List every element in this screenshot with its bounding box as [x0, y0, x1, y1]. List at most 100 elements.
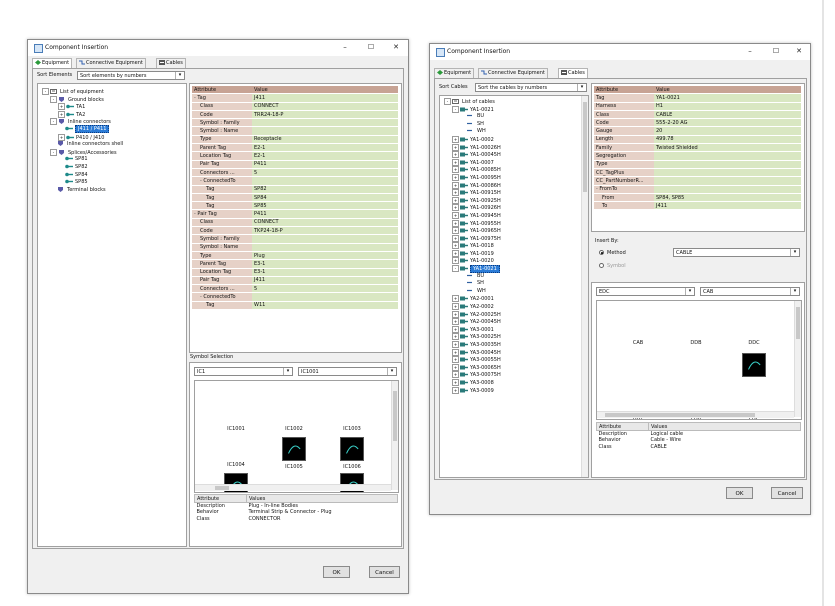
- attribute-value[interactable]: [252, 176, 398, 186]
- tree-item[interactable]: + YA1-00965H: [444, 227, 501, 235]
- expand-icon[interactable]: +: [58, 110, 65, 118]
- attribute-row[interactable]: - Pair Tag P411: [192, 209, 398, 219]
- attribute-row[interactable]: Family Twisted Shielded: [594, 143, 801, 153]
- minimize-button[interactable]: –: [743, 46, 757, 57]
- attribute-row[interactable]: Class CONNECT: [192, 218, 398, 228]
- attribute-value[interactable]: 555-2-20 AG: [654, 118, 801, 128]
- attribute-row[interactable]: - ConnectedTo: [192, 176, 398, 186]
- tree-item[interactable]: + YA3-0009: [444, 386, 501, 395]
- scroll-thumb[interactable]: [605, 413, 755, 417]
- expand-icon[interactable]: +: [452, 234, 459, 242]
- tree-item[interactable]: + YA1-00045H: [444, 151, 501, 159]
- symbol-thumbnail[interactable]: [667, 353, 725, 378]
- cancel-button[interactable]: Cancel: [369, 566, 400, 578]
- symbol-radio[interactable]: [599, 263, 604, 268]
- tree-item[interactable]: - YA1-0021: [444, 105, 501, 114]
- expand-icon[interactable]: +: [452, 151, 459, 159]
- tree-item[interactable]: BU: [444, 113, 501, 121]
- tree-item[interactable]: + YA3-0008: [444, 378, 501, 387]
- attribute-value[interactable]: J411: [252, 276, 398, 286]
- expand-icon[interactable]: +: [452, 166, 459, 174]
- tree-item[interactable]: + P410 / J410: [42, 133, 123, 142]
- expand-icon[interactable]: +: [452, 242, 459, 250]
- symbol-thumbnail[interactable]: IC1004: [207, 437, 265, 468]
- attribute-value[interactable]: E2-1: [252, 143, 398, 153]
- symbol-thumbnail[interactable]: DDB: [667, 315, 725, 346]
- symbol-thumbnail[interactable]: [725, 353, 783, 380]
- attribute-row[interactable]: Tag SP84: [192, 193, 398, 203]
- attribute-value[interactable]: H1: [654, 102, 801, 111]
- attribute-row[interactable]: Code TKP24-18-P: [192, 226, 398, 236]
- symbol-thumbnail[interactable]: [609, 301, 667, 304]
- page-vscroll[interactable]: [822, 0, 824, 606]
- attribute-row[interactable]: Type Plug: [192, 251, 398, 261]
- maximize-button[interactable]: ☐: [769, 46, 783, 57]
- tree-item[interactable]: SH: [444, 280, 501, 288]
- collapse-icon[interactable]: -: [452, 265, 459, 273]
- attribute-row[interactable]: Class CONNECT: [192, 102, 398, 111]
- attribute-value[interactable]: P411: [252, 160, 398, 169]
- symbol-thumbnail[interactable]: IC1002: [265, 401, 323, 432]
- expand-icon[interactable]: +: [452, 378, 459, 386]
- attribute-value[interactable]: SP85: [252, 201, 398, 211]
- attribute-value[interactable]: [654, 168, 801, 178]
- scroll-thumb[interactable]: [583, 102, 587, 192]
- collapse-icon[interactable]: -: [452, 105, 459, 113]
- attribute-row[interactable]: Code TRR24-18-P: [192, 110, 398, 120]
- symbol-thumbnail[interactable]: IC1006: [323, 437, 381, 470]
- tree-item[interactable]: + YA2-00045H: [444, 318, 501, 326]
- tree-item[interactable]: Inline connectors shell: [42, 141, 123, 149]
- collapse-icon[interactable]: -: [50, 118, 57, 126]
- attribute-row[interactable]: Symbol : Family: [192, 234, 398, 244]
- attribute-row[interactable]: - Tag J411: [192, 93, 398, 103]
- symbol-hscroll[interactable]: [195, 484, 391, 491]
- cable-symbol-hscroll[interactable]: [597, 411, 794, 418]
- tree-item[interactable]: + YA3-00075H: [444, 371, 501, 379]
- attribute-row[interactable]: Tag YA1-0021: [594, 93, 801, 103]
- expand-icon[interactable]: +: [452, 181, 459, 189]
- tree-item[interactable]: J411 / P411: [42, 124, 123, 134]
- attribute-value[interactable]: [654, 160, 801, 169]
- symbol-thumbnail[interactable]: IC1003: [323, 401, 381, 432]
- attribute-row[interactable]: Location Tag E3-1: [192, 268, 398, 277]
- attribute-row[interactable]: Parent Tag E2-1: [192, 143, 398, 153]
- tree-item[interactable]: Terminal blocks: [42, 186, 123, 195]
- expand-icon[interactable]: +: [452, 310, 459, 318]
- tab-connective-equipment[interactable]: Connective Equipment: [478, 68, 548, 78]
- tree-item[interactable]: BU: [444, 273, 501, 281]
- attribute-value[interactable]: 499.78: [654, 135, 801, 145]
- attribute-value[interactable]: Twisted Shielded: [654, 143, 801, 153]
- expand-icon[interactable]: +: [452, 303, 459, 311]
- tree-item[interactable]: - List of equipment: [42, 88, 123, 96]
- symbol-vscroll[interactable]: [391, 381, 398, 490]
- symbol-thumbnail[interactable]: CAB: [609, 315, 667, 346]
- tree-item[interactable]: + YA3-00025H: [444, 333, 501, 341]
- attribute-value[interactable]: SP84, SP85: [654, 193, 801, 203]
- tree-item[interactable]: + YA1-0020: [444, 257, 501, 265]
- expand-icon[interactable]: +: [452, 227, 459, 235]
- expand-icon[interactable]: +: [452, 386, 459, 394]
- tree-item[interactable]: + YA2-00025H: [444, 310, 501, 319]
- cable-symbol-vscroll[interactable]: [794, 301, 801, 417]
- tree-item[interactable]: + YA2-0002: [444, 303, 501, 311]
- sort-elements-select[interactable]: Sort elements by numbers ▾: [77, 71, 185, 80]
- method-radio[interactable]: [599, 250, 604, 255]
- scroll-thumb[interactable]: [796, 307, 800, 339]
- expand-icon[interactable]: +: [452, 325, 459, 333]
- method-select[interactable]: CABLE ▾: [673, 248, 800, 257]
- symbol-family-select[interactable]: IC1 ▾: [194, 367, 293, 376]
- expand-icon[interactable]: +: [452, 363, 459, 371]
- attribute-value[interactable]: CONNECT: [252, 218, 398, 228]
- expand-icon[interactable]: +: [452, 341, 459, 348]
- attribute-row[interactable]: Code 555-2-20 AG: [594, 118, 801, 128]
- tree-item[interactable]: + YA3-00045H: [444, 348, 501, 357]
- attribute-value[interactable]: [252, 126, 398, 136]
- attribute-value[interactable]: YA1-0021: [654, 93, 801, 103]
- collapse-icon[interactable]: -: [50, 148, 57, 156]
- tree-item[interactable]: + YA1-0007: [444, 158, 501, 167]
- tree-item[interactable]: + YA1-0002: [444, 135, 501, 144]
- attribute-value[interactable]: Receptacle: [252, 135, 398, 145]
- chevron-down-icon[interactable]: ▾: [790, 249, 799, 256]
- ok-button[interactable]: OK: [726, 487, 753, 499]
- tree-item[interactable]: + YA1-00945H: [444, 211, 501, 220]
